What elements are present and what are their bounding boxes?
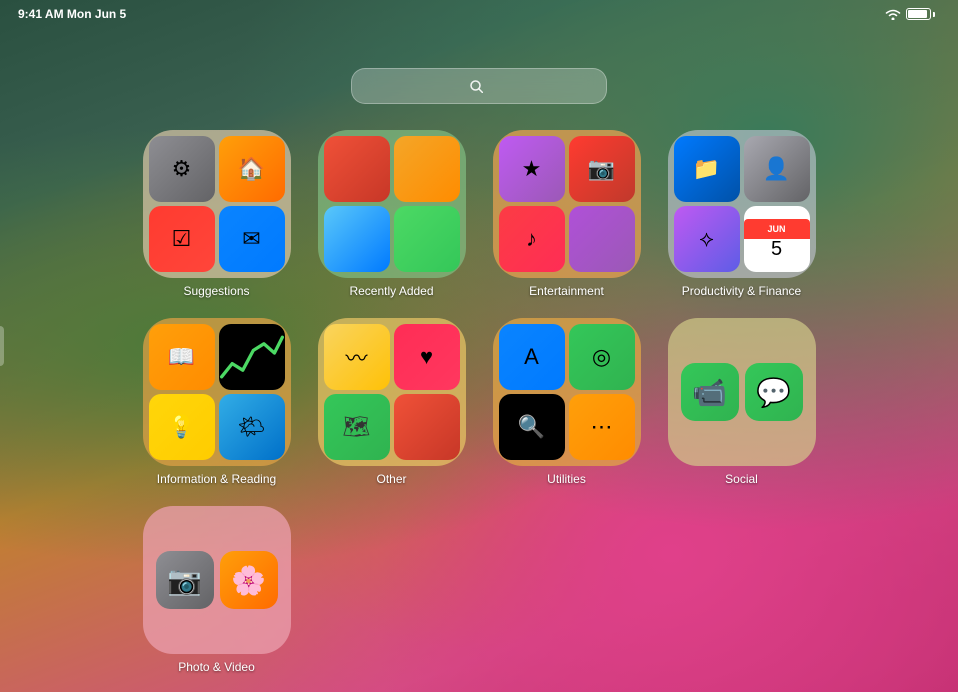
icon-camera: 📷 — [156, 551, 214, 609]
folder-suggestions[interactable]: ⚙🏠☑✉ Suggestions — [139, 130, 294, 298]
folder-box-social: 📹💬 — [668, 318, 816, 466]
icon-settings: ⚙ — [149, 136, 215, 202]
icon-swift-playgrounds — [324, 136, 390, 202]
folder-label-utilities: Utilities — [547, 472, 586, 486]
folder-info-reading[interactable]: 📖💡🌤 Information & Reading — [139, 318, 294, 486]
icon-maps: 🗺 — [324, 394, 390, 460]
icon-books: 📖 — [149, 324, 215, 390]
icon-tips: 💡 — [149, 394, 215, 460]
icon-find-my: ◎ — [569, 324, 635, 390]
status-time: 9:41 AM Mon Jun 5 — [18, 7, 126, 21]
battery-icon — [906, 8, 935, 20]
icon-pages — [394, 136, 460, 202]
folder-entertainment[interactable]: ★📷♪ Entertainment — [489, 130, 644, 298]
icon-music: ♪ — [499, 206, 565, 272]
folder-label-suggestions: Suggestions — [183, 284, 249, 298]
icon-weather: 🌤 — [219, 394, 285, 460]
icon-contacts: 👤 — [744, 136, 810, 202]
folder-box-other: 〰♥🗺 — [318, 318, 466, 466]
folder-label-info-reading: Information & Reading — [157, 472, 276, 486]
folder-box-suggestions: ⚙🏠☑✉ — [143, 130, 291, 278]
folder-label-productivity: Productivity & Finance — [682, 284, 801, 298]
folder-box-info-reading: 📖💡🌤 — [143, 318, 291, 466]
icon-freeform: 〰 — [324, 324, 390, 390]
folder-box-photo-video: 📷🌸 — [143, 506, 291, 654]
folder-label-other: Other — [376, 472, 406, 486]
search-bar[interactable] — [351, 68, 607, 104]
icon-podcasts — [569, 206, 635, 272]
icon-facetime: 📹 — [681, 363, 739, 421]
icon-magnifier: 🔍 — [499, 394, 565, 460]
status-bar: 9:41 AM Mon Jun 5 — [0, 0, 958, 28]
icon-calendar: JUN5 — [744, 206, 810, 272]
folder-utilities[interactable]: A◎🔍⋯ Utilities — [489, 318, 644, 486]
folder-label-social: Social — [725, 472, 758, 486]
icon-shortcuts: ⟡ — [674, 206, 740, 272]
status-right — [885, 8, 940, 20]
search-bar-container[interactable] — [351, 68, 607, 104]
folder-social[interactable]: 📹💬 Social — [664, 318, 819, 486]
icon-swift — [394, 394, 460, 460]
left-handle — [0, 326, 4, 366]
icon-keynote — [324, 206, 390, 272]
icon-stocks — [219, 324, 285, 390]
icon-mail: ✉ — [219, 206, 285, 272]
folder-box-recently-added — [318, 130, 466, 278]
folder-recently-added[interactable]: Recently Added — [314, 130, 469, 298]
icon-top-picks: ★ — [499, 136, 565, 202]
icon-app-store: A — [499, 324, 565, 390]
search-icon — [470, 80, 483, 93]
folder-label-entertainment: Entertainment — [529, 284, 604, 298]
icon-photos: 🌸 — [220, 551, 278, 609]
folder-photo-video[interactable]: 📷🌸 Photo & Video — [139, 506, 294, 674]
app-grid: ⚙🏠☑✉SuggestionsRecently Added★📷♪Entertai… — [139, 130, 819, 674]
icon-more: ⋯ — [569, 394, 635, 460]
folder-productivity[interactable]: 📁👤⟡JUN5 Productivity & Finance — [664, 130, 819, 298]
wifi-icon — [885, 8, 901, 20]
icon-health: ♥ — [394, 324, 460, 390]
icon-numbers — [394, 206, 460, 272]
icon-messages: 💬 — [745, 363, 803, 421]
folder-label-photo-video: Photo & Video — [178, 660, 255, 674]
folder-box-utilities: A◎🔍⋯ — [493, 318, 641, 466]
icon-files: 📁 — [674, 136, 740, 202]
folder-box-productivity: 📁👤⟡JUN5 — [668, 130, 816, 278]
icon-photo-booth: 📷 — [569, 136, 635, 202]
icon-reminders: ☑ — [149, 206, 215, 272]
folder-other[interactable]: 〰♥🗺 Other — [314, 318, 469, 486]
folder-label-recently-added: Recently Added — [349, 284, 433, 298]
icon-home: 🏠 — [219, 136, 285, 202]
folder-box-entertainment: ★📷♪ — [493, 130, 641, 278]
